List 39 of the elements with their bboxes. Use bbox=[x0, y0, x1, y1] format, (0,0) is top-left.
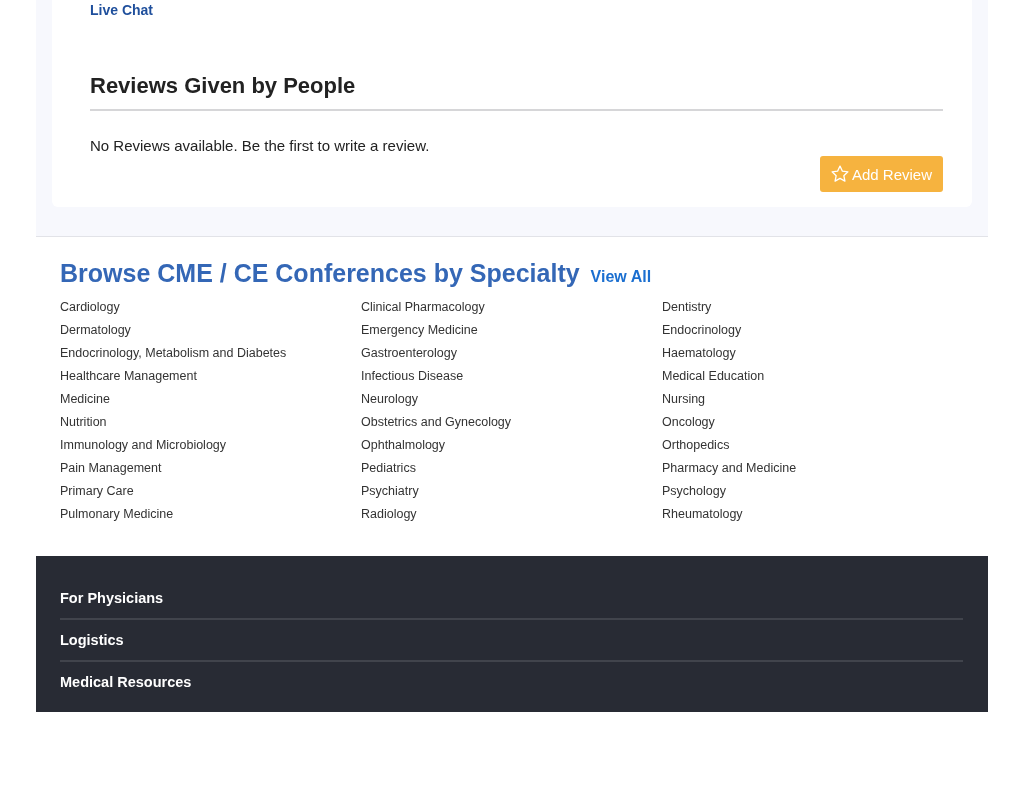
footer-section-link[interactable]: Logistics bbox=[60, 620, 963, 662]
specialty-link[interactable]: Neurology bbox=[361, 388, 418, 411]
specialty-link[interactable]: Nursing bbox=[662, 388, 706, 411]
specialty-link[interactable]: Rheumatology bbox=[662, 503, 743, 526]
specialty-link[interactable]: Medical Education bbox=[662, 365, 765, 388]
specialty-link[interactable]: Pulmonary Medicine bbox=[60, 503, 174, 526]
specialty-link[interactable]: Gastroenterology bbox=[361, 342, 457, 365]
live-chat-link[interactable]: Live Chat bbox=[90, 0, 153, 18]
specialty-link[interactable]: Psychiatry bbox=[361, 480, 419, 503]
specialty-link[interactable]: Ophthalmology bbox=[361, 434, 446, 457]
specialty-link[interactable]: Endocrinology bbox=[662, 319, 742, 342]
specialty-link[interactable]: Psychology bbox=[662, 480, 726, 503]
footer-section-link[interactable]: For Physicians bbox=[60, 578, 963, 620]
specialty-link[interactable]: Cardiology bbox=[60, 296, 120, 319]
section-heading: Browse CME / CE Conferences by Specialty bbox=[60, 259, 580, 288]
view-all-link[interactable]: View All bbox=[590, 268, 652, 286]
specialty-link[interactable]: Oncology bbox=[662, 411, 715, 434]
specialty-link[interactable]: Radiology bbox=[361, 503, 417, 526]
empty-message: No Reviews available. Be the first to write a review. bbox=[90, 137, 431, 154]
specialty-link[interactable]: Dermatology bbox=[60, 319, 131, 342]
specialty-link[interactable]: Clinical Pharmacology bbox=[361, 296, 485, 319]
specialty-link[interactable]: Medicine bbox=[60, 388, 111, 411]
specialty-link[interactable]: Infectious Disease bbox=[361, 365, 464, 388]
specialty-link[interactable]: Healthcare Management bbox=[60, 365, 197, 388]
specialty-link[interactable]: Immunology and Microbiology bbox=[60, 434, 227, 457]
footer-section-link[interactable]: Medical Resources bbox=[60, 662, 963, 702]
specialty-link[interactable]: Obstetrics and Gynecology bbox=[361, 411, 512, 434]
star-icon bbox=[829, 164, 850, 184]
specialty-link[interactable]: Endocrinology, Metabolism and Diabetes bbox=[60, 342, 287, 365]
specialty-link[interactable]: Haematology bbox=[662, 342, 736, 365]
specialty-link[interactable]: Pain Management bbox=[60, 457, 162, 480]
section-heading: Reviews Given by People bbox=[90, 73, 943, 111]
specialty-link[interactable]: Orthopedics bbox=[662, 434, 730, 457]
specialty-link[interactable]: Pharmacy and Medicine bbox=[662, 457, 797, 480]
specialty-link[interactable]: Nutrition bbox=[60, 411, 107, 434]
specialty-link[interactable]: Emergency Medicine bbox=[361, 319, 478, 342]
specialty-link[interactable]: Pediatrics bbox=[361, 457, 416, 480]
specialty-link[interactable]: Dentistry bbox=[662, 296, 712, 319]
specialty-link[interactable]: Primary Care bbox=[60, 480, 134, 503]
